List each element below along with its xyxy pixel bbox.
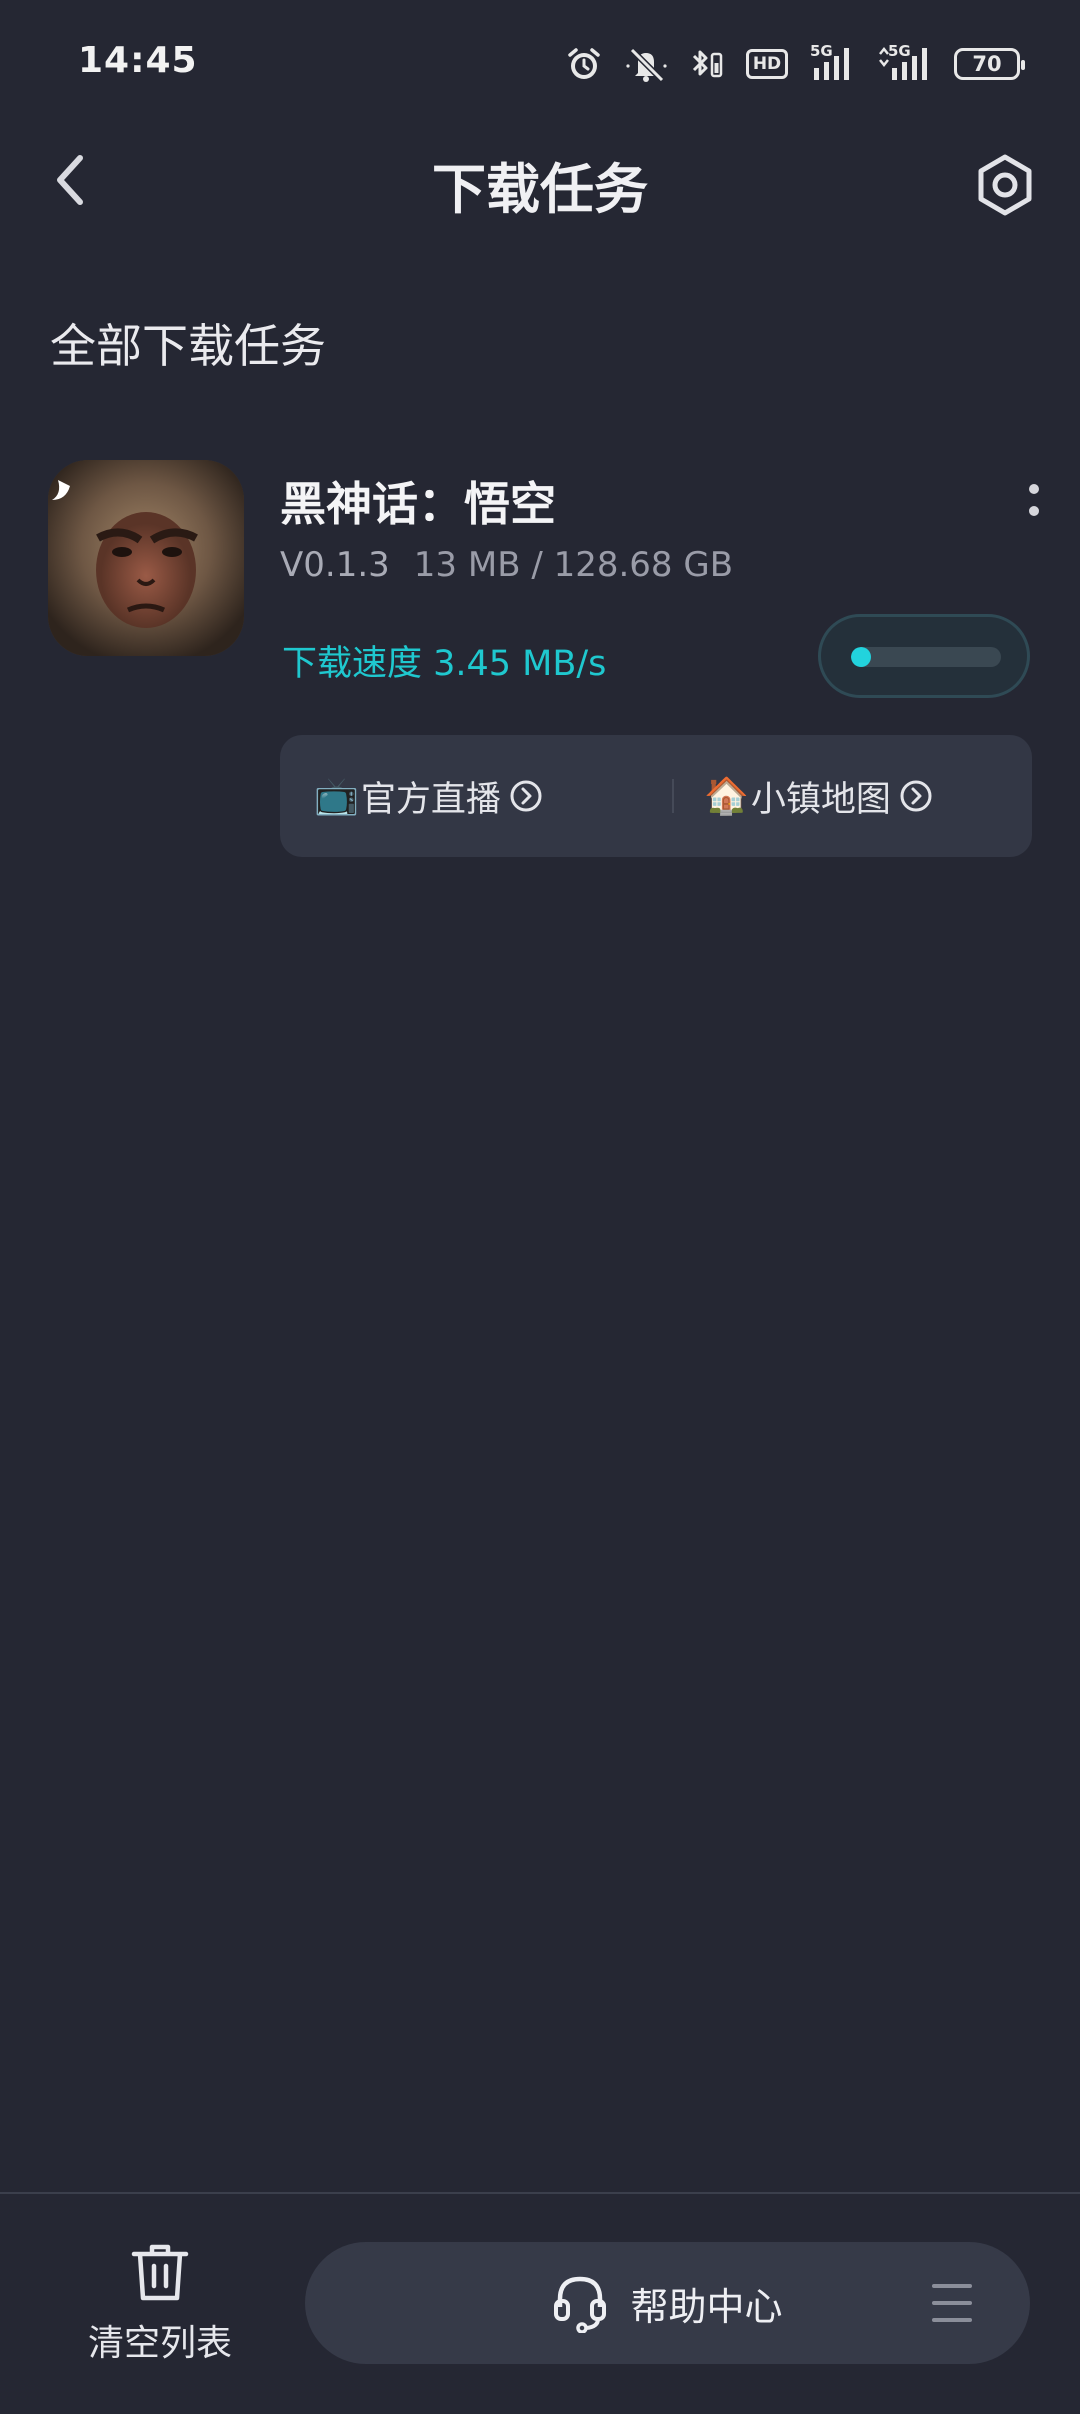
official-live-label: 官方直播 <box>360 779 501 820</box>
status-icons: HD 5G 5G 70 <box>566 40 1025 88</box>
download-speed: 下载速度 3.45 MB/s <box>282 644 607 684</box>
clear-list-label: 清空列表 <box>87 2323 232 2364</box>
hexagon-settings-icon <box>978 154 1032 216</box>
trash-icon <box>131 2244 189 2301</box>
section-title: 全部下载任务 <box>50 319 326 373</box>
help-center-label: 帮助中心 <box>630 2284 783 2329</box>
town-map-link[interactable]: 🏠 小镇地图 <box>704 735 933 857</box>
battery-icon: 70 <box>954 48 1025 80</box>
circle-arrow-right-icon <box>509 779 543 813</box>
game-icon[interactable] <box>48 460 244 656</box>
circle-arrow-right-icon <box>899 779 933 813</box>
status-time: 14:45 <box>78 40 198 81</box>
links-panel: 📺 官方直播 🏠 小镇地图 <box>280 735 1032 857</box>
dot <box>1029 484 1039 494</box>
download-progress-button[interactable] <box>818 614 1030 698</box>
progress-track <box>851 647 1001 667</box>
signal-icon: 5G <box>876 42 932 82</box>
town-map-label: 小镇地图 <box>750 779 891 820</box>
official-live-link[interactable]: 📺 官方直播 <box>314 735 543 857</box>
tv-icon: 📺 <box>314 776 359 817</box>
size-label: 13 MB / 128.68 GB <box>413 545 734 585</box>
hamburger-menu-icon[interactable] <box>932 2284 972 2322</box>
clear-list-button[interactable]: 清空列表 <box>70 2240 250 2370</box>
help-center-bar: 帮助中心 <box>305 2242 1030 2364</box>
help-center-button[interactable]: 帮助中心 <box>305 2242 1030 2364</box>
download-meta: V0.1.3 13 MB / 128.68 GB <box>280 545 733 585</box>
dot <box>1029 506 1039 516</box>
progress-fill <box>851 647 871 667</box>
status-bar: 14:45 HD 5G 5G 70 <box>0 0 1080 130</box>
download-tasks-screen: 14:45 HD 5G 5G 70 下载任务 全部下载任务 黑神话：悟空 V0.… <box>0 0 1080 2414</box>
house-icon: 🏠 <box>704 776 749 817</box>
more-options-button[interactable] <box>1014 470 1054 530</box>
page-title: 下载任务 <box>432 158 648 221</box>
settings-button[interactable] <box>970 150 1040 220</box>
headset-icon <box>554 2276 607 2333</box>
signal-icon: 5G <box>810 42 854 82</box>
bluetooth-icon <box>690 46 724 82</box>
alarm-icon <box>566 46 602 82</box>
header: 下载任务 <box>0 130 1080 230</box>
game-name[interactable]: 黑神话：悟空 <box>280 468 556 534</box>
link-divider <box>672 779 674 813</box>
hd-icon: HD <box>746 49 788 79</box>
bottom-divider <box>0 2192 1080 2194</box>
version-label: V0.1.3 <box>280 545 390 585</box>
mute-icon <box>624 46 668 82</box>
